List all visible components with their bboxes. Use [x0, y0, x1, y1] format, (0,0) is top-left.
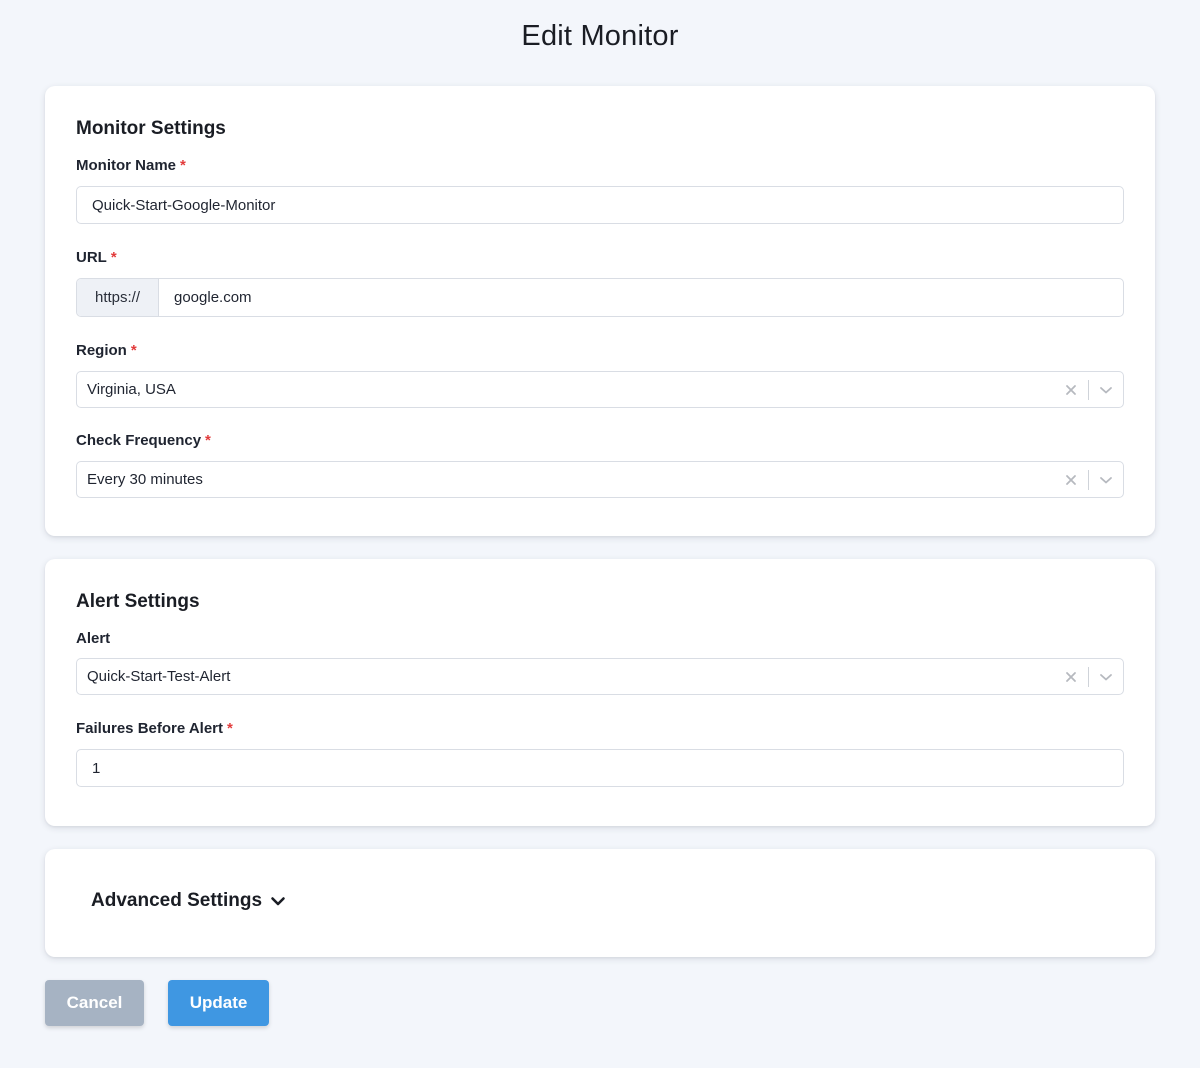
region-label: Region *: [76, 342, 137, 359]
advanced-settings-card: Advanced Settings: [45, 849, 1155, 957]
alert-settings-title: Alert Settings: [76, 591, 200, 612]
chevron-down-icon[interactable]: [1089, 372, 1123, 407]
region-label-text: Region: [76, 342, 127, 359]
url-protocol-prefix: https://: [77, 279, 159, 316]
alert-label: Alert: [76, 630, 110, 647]
region-select[interactable]: Virginia, USA: [76, 371, 1124, 408]
required-marker: *: [110, 249, 117, 266]
chevron-down-icon[interactable]: [1089, 462, 1123, 497]
url-input-group: https://: [76, 278, 1124, 317]
alert-select[interactable]: Quick-Start-Test-Alert: [76, 658, 1124, 695]
advanced-settings-toggle[interactable]: Advanced Settings: [91, 890, 286, 912]
check-frequency-select-value: Every 30 minutes: [87, 471, 203, 488]
close-icon[interactable]: [1054, 462, 1088, 497]
url-label-text: URL: [76, 249, 107, 266]
monitor-name-label: Monitor Name *: [76, 157, 186, 174]
chevron-down-icon: [270, 895, 286, 907]
check-frequency-label-text: Check Frequency: [76, 432, 202, 449]
alert-settings-card: Alert Settings Alert Quick-Start-Test-Al…: [45, 559, 1155, 826]
required-marker: *: [130, 342, 137, 359]
required-marker: *: [180, 157, 186, 174]
alert-select-value: Quick-Start-Test-Alert: [87, 668, 231, 685]
close-icon[interactable]: [1054, 659, 1088, 694]
url-input[interactable]: [159, 279, 1123, 316]
check-frequency-select[interactable]: Every 30 minutes: [76, 461, 1124, 498]
monitor-name-input[interactable]: [76, 186, 1124, 224]
advanced-settings-label: Advanced Settings: [91, 890, 263, 911]
chevron-down-icon[interactable]: [1089, 659, 1123, 694]
cancel-button[interactable]: Cancel: [45, 980, 144, 1026]
monitor-settings-title: Monitor Settings: [76, 118, 226, 139]
required-marker: *: [227, 720, 233, 737]
required-marker: *: [205, 432, 211, 449]
close-icon[interactable]: [1054, 372, 1088, 407]
failures-before-alert-input[interactable]: [76, 749, 1124, 787]
alert-label-text: Alert: [76, 630, 111, 647]
failures-before-alert-label: Failures Before Alert *: [76, 720, 233, 737]
url-label: URL *: [76, 249, 117, 266]
monitor-settings-card: Monitor Settings Monitor Name* URL* http…: [45, 86, 1155, 536]
failures-before-alert-label-text: Failures Before Alert: [76, 720, 223, 737]
update-button[interactable]: Update: [168, 980, 269, 1026]
page-title: Edit Monitor: [521, 20, 679, 52]
check-frequency-label: Check Frequency *: [76, 432, 211, 449]
monitor-name-label-text: Monitor Name: [76, 157, 177, 174]
region-select-value: Virginia, USA: [87, 381, 176, 398]
